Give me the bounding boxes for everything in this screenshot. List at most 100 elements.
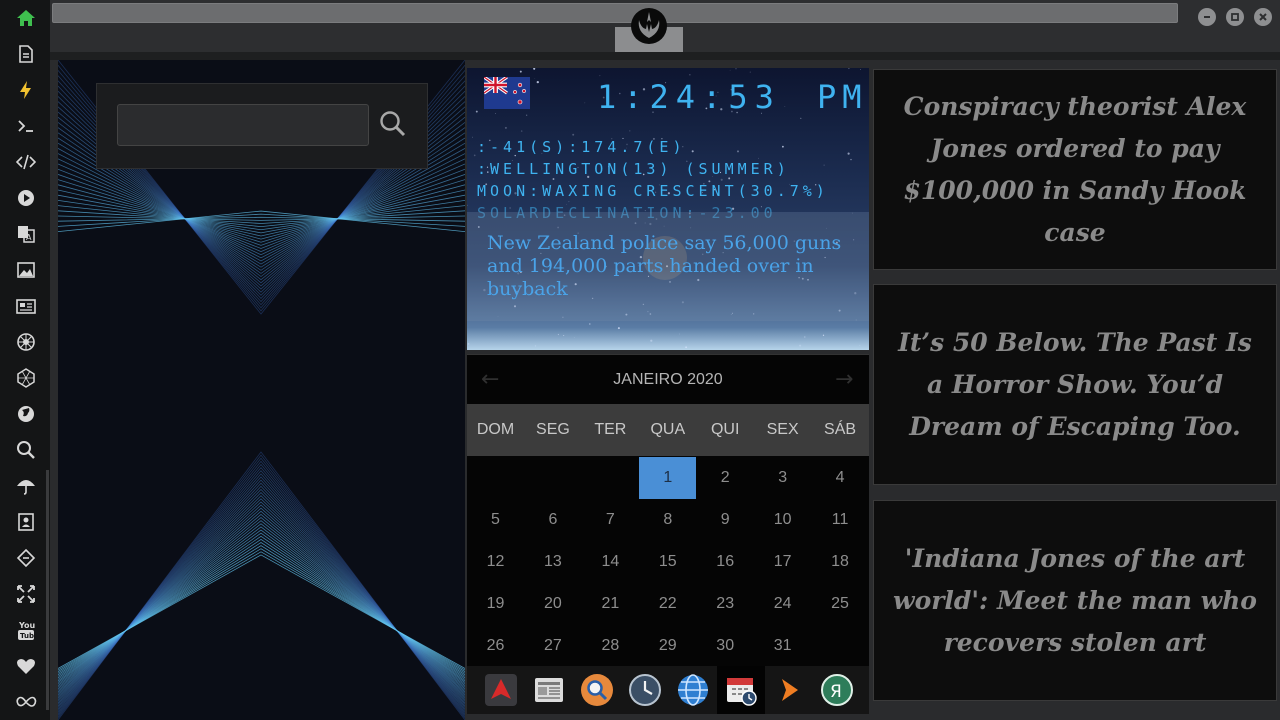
- calendar-day-cell[interactable]: 30: [697, 625, 754, 667]
- calendar-widget: ← JANEIRO 2020 → DOM SEG TER QUA QUI SEX SÁB 1…: [467, 354, 869, 666]
- news-card[interactable]: 'Indiana Jones of the art world': Meet t…: [873, 500, 1277, 701]
- minimize-button[interactable]: [1198, 8, 1216, 26]
- calendar-day-cell[interactable]: 24: [754, 583, 811, 625]
- calendar-day-cell[interactable]: 5: [467, 499, 524, 541]
- empire-icon[interactable]: [13, 329, 39, 355]
- weekday-header: QUI: [710, 421, 740, 438]
- hexagon-icon[interactable]: [13, 365, 39, 391]
- news-card[interactable]: It’s 50 Below. The Past Is a Horror Show…: [873, 284, 1277, 485]
- maximize-button[interactable]: [1226, 8, 1244, 26]
- newspaper-app-icon[interactable]: [525, 666, 573, 714]
- arrow-app-icon[interactable]: [765, 666, 813, 714]
- svg-text:You: You: [18, 621, 36, 630]
- yandex-app-icon[interactable]: Я: [813, 666, 861, 714]
- news-icon[interactable]: [13, 293, 39, 319]
- lightning-icon[interactable]: [13, 77, 39, 103]
- calendar-day-cell[interactable]: 2: [697, 457, 754, 499]
- overlay-news-headline[interactable]: New Zealand police say 56,000 guns and 1…: [487, 232, 847, 301]
- calendar-app-icon[interactable]: [717, 666, 765, 714]
- contacts-icon[interactable]: [13, 509, 39, 535]
- image-icon[interactable]: [13, 257, 39, 283]
- calendar-day-cell[interactable]: 27: [524, 625, 581, 667]
- terminal-icon[interactable]: [13, 113, 39, 139]
- arch-app-icon[interactable]: [477, 666, 525, 714]
- calendar-day-cell[interactable]: 4: [812, 457, 869, 499]
- calendar-day-cell[interactable]: 25: [812, 583, 869, 625]
- weekday-header: SÁB: [824, 421, 857, 438]
- desktop: A You Tube: [0, 0, 1280, 720]
- wallpaper-panel: [58, 60, 465, 720]
- home-icon[interactable]: [13, 5, 39, 31]
- weekday-header: SEG: [536, 421, 570, 438]
- search-icon[interactable]: [13, 437, 39, 463]
- app-dock: Я: [467, 666, 869, 714]
- weekday-header: DOM: [476, 421, 515, 438]
- rebel-alliance-logo-icon: [631, 8, 667, 44]
- calendar-day-cell[interactable]: 29: [639, 625, 696, 667]
- calendar-day-cell[interactable]: 6: [524, 499, 581, 541]
- browser-globe-icon[interactable]: [669, 666, 717, 714]
- globe-icon[interactable]: [13, 401, 39, 427]
- calendar-day-cell[interactable]: 18: [812, 541, 869, 583]
- calendar-day-cell[interactable]: 22: [639, 583, 696, 625]
- search-app-icon[interactable]: [573, 666, 621, 714]
- calendar-day-cell[interactable]: 17: [754, 541, 811, 583]
- calendar-day-cell[interactable]: 3: [754, 457, 811, 499]
- document-icon[interactable]: [13, 41, 39, 67]
- news-card[interactable]: Conspiracy theorist Alex Jones ordered t…: [873, 69, 1277, 270]
- clock-location: :WELLINGTON(13) (SUMMER): [477, 160, 790, 178]
- diamond-code-icon[interactable]: [13, 545, 39, 571]
- calendar-today-cell[interactable]: 1: [639, 457, 697, 499]
- calendar-month-title: JANEIRO 2020: [613, 371, 723, 388]
- search-button[interactable]: [377, 106, 409, 142]
- calendar-day-cell[interactable]: 9: [697, 499, 754, 541]
- calendar-day-cell[interactable]: 19: [467, 583, 524, 625]
- calendar-day-cell[interactable]: 7: [582, 499, 639, 541]
- calendar-day-cell[interactable]: 12: [467, 541, 524, 583]
- calendar-day-cell[interactable]: 10: [754, 499, 811, 541]
- search-widget: [96, 83, 428, 169]
- close-button[interactable]: [1254, 8, 1272, 26]
- umbrella-icon[interactable]: [13, 473, 39, 499]
- calendar-day-cell[interactable]: 8: [639, 499, 696, 541]
- calendar-day-cell[interactable]: 31: [754, 625, 811, 667]
- calendar-day-cell[interactable]: 26: [467, 625, 524, 667]
- toolbar-strip: [50, 52, 1280, 60]
- calendar-day-cell[interactable]: 16: [697, 541, 754, 583]
- calendar-day-cell[interactable]: 20: [524, 583, 581, 625]
- svg-text:Я: Я: [830, 682, 842, 702]
- weekday-header: SEX: [766, 421, 799, 438]
- calendar-next-icon[interactable]: →: [835, 367, 853, 392]
- heart-icon[interactable]: [13, 653, 39, 679]
- calendar-day-cell[interactable]: 21: [582, 583, 639, 625]
- calendar-header: ← JANEIRO 2020 →: [467, 354, 869, 404]
- news-card-headline: 'Indiana Jones of the art world': Meet t…: [893, 543, 1257, 657]
- clock-ampm: PM: [817, 78, 868, 116]
- weekday-header: TER: [594, 421, 627, 438]
- address-bar[interactable]: [52, 3, 1178, 23]
- youtube-icon[interactable]: You Tube: [13, 617, 39, 643]
- clock-moon-phase: MOON:WAXING CRESCENT(30.7%): [477, 182, 829, 200]
- fullscreen-icon[interactable]: [13, 581, 39, 607]
- news-card-headline: It’s 50 Below. The Past Is a Horror Show…: [898, 327, 1252, 441]
- clock-app-icon[interactable]: [621, 666, 669, 714]
- window-titlebar: [50, 0, 1280, 52]
- calendar-day-cell[interactable]: 23: [697, 583, 754, 625]
- sidebar-scrollbar[interactable]: [46, 470, 49, 710]
- translate-icon[interactable]: A: [13, 221, 39, 247]
- left-sidebar: A You Tube: [0, 0, 50, 720]
- code-icon[interactable]: [13, 149, 39, 175]
- calendar-weekday-row: DOM SEG TER QUA QUI SEX SÁB: [467, 404, 869, 456]
- weekday-header: QUA: [650, 421, 686, 438]
- calendar-day-cell[interactable]: 28: [582, 625, 639, 667]
- calendar-day-cell[interactable]: 15: [639, 541, 696, 583]
- calendar-day-cell[interactable]: 13: [524, 541, 581, 583]
- magnifier-icon: [380, 111, 406, 137]
- new-zealand-flag-icon: [484, 77, 530, 109]
- world-clock-widget: 1:24:53 PM :-41(S):174.7(E) :WELLINGTON(…: [467, 68, 869, 350]
- calendar-day-cell[interactable]: 11: [812, 499, 869, 541]
- play-icon[interactable]: [13, 185, 39, 211]
- infinity-icon[interactable]: [13, 689, 39, 715]
- search-input[interactable]: [117, 104, 369, 146]
- calendar-day-cell[interactable]: 14: [582, 541, 639, 583]
